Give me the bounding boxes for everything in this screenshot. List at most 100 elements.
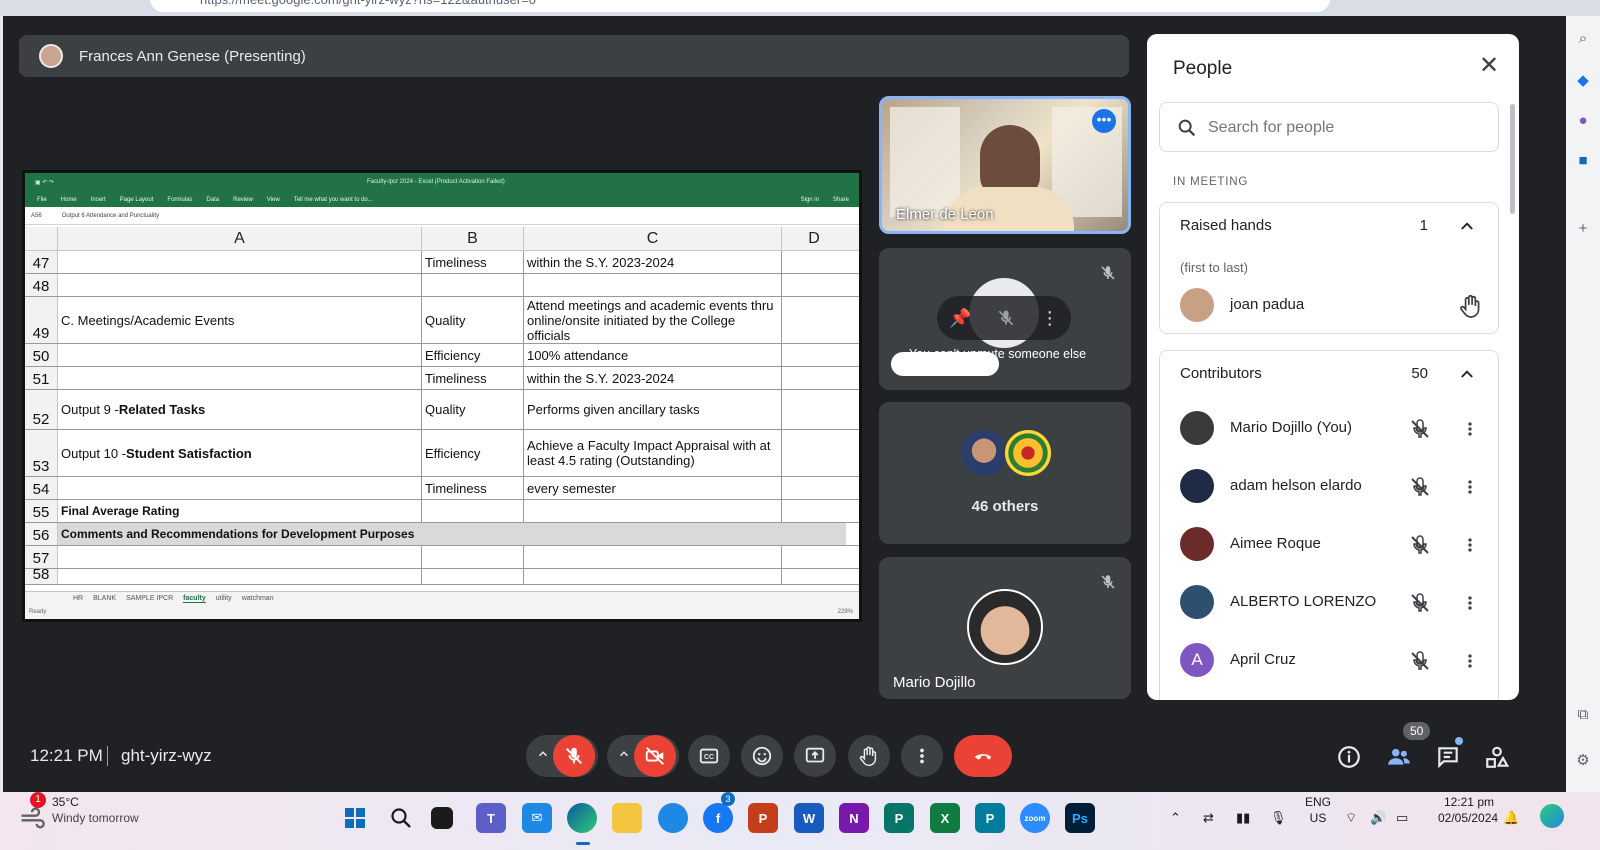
menu-formulas[interactable]: Formulas [167, 197, 192, 203]
zoom-icon[interactable]: zoom [1020, 803, 1050, 833]
address-bar[interactable]: https://meet.google.com/ght-yirz-wyz?hs=… [150, 0, 1330, 12]
cell-d[interactable] [782, 569, 846, 584]
cell-d[interactable] [782, 367, 846, 389]
present-button[interactable] [794, 735, 836, 777]
chevron-up-icon[interactable] [1458, 217, 1476, 235]
row-number[interactable]: 53 [25, 430, 58, 476]
cell-c[interactable]: every semester [524, 477, 782, 499]
more-vert-icon[interactable] [1460, 649, 1480, 673]
chevron-up-icon[interactable] [1458, 365, 1476, 383]
windows-start-icon[interactable] [340, 803, 370, 833]
mail-icon[interactable]: ✉ [522, 803, 552, 833]
cell-c[interactable]: Achieve a Faculty Impact Appraisal with … [524, 430, 782, 476]
cell-b[interactable]: Efficiency [422, 430, 524, 476]
menu-tell-me[interactable]: Tell me what you want to do... [294, 197, 373, 203]
column-header-c[interactable]: C [524, 227, 782, 250]
row-number[interactable]: 47 [25, 251, 58, 273]
reactions-button[interactable] [741, 735, 783, 777]
mic-off-icon[interactable] [1408, 649, 1432, 673]
publisher-icon[interactable]: P [975, 803, 1005, 833]
cell-b[interactable] [422, 569, 524, 584]
language-indicator[interactable]: ENG US [1305, 794, 1331, 826]
cell-d[interactable] [782, 344, 846, 366]
list-item[interactable]: joan padua [1160, 278, 1500, 334]
cell-d[interactable] [782, 274, 846, 296]
cell-b[interactable]: Timeliness [422, 251, 524, 273]
screenshot-icon[interactable]: ⧉ [1574, 706, 1592, 724]
edge-icon[interactable] [567, 803, 597, 833]
photoshop-icon[interactable]: Ps [1065, 803, 1095, 833]
name-box[interactable]: A56 [31, 213, 42, 219]
cell-a[interactable]: Output 10 - Student Satisfaction [58, 430, 422, 476]
sheet-tab[interactable]: HR [73, 595, 83, 602]
cell-d[interactable] [782, 390, 846, 429]
cell-a[interactable] [58, 274, 422, 296]
file-explorer-icon[interactable] [612, 803, 642, 833]
sheet-tab[interactable]: utility [216, 595, 232, 602]
participant-tile-mario[interactable]: Mario Dojillo [879, 557, 1131, 699]
cell-a[interactable] [58, 344, 422, 366]
cell-c[interactable]: within the S.Y. 2023-2024 [524, 251, 782, 273]
row-number[interactable]: 52 [25, 390, 58, 429]
microphone-icon[interactable]: 🎙 [1270, 810, 1287, 826]
list-item[interactable]: A April Cruz [1160, 633, 1500, 689]
list-item[interactable]: Aimee Roque [1160, 517, 1500, 573]
add-icon[interactable]: + [1574, 220, 1592, 238]
search-input[interactable] [1208, 113, 1488, 143]
mic-off-icon[interactable] [1408, 591, 1432, 615]
row-number[interactable]: 58 [25, 566, 58, 584]
more-vert-icon[interactable]: ⋮ [1041, 308, 1059, 329]
system-clock[interactable]: 12:21 pm 02/05/2024 [1438, 794, 1498, 826]
cell-a[interactable] [58, 367, 422, 389]
cell-d[interactable] [782, 297, 846, 343]
search-icon[interactable] [386, 803, 416, 833]
close-icon[interactable]: ✕ [1477, 54, 1501, 78]
mic-toggle-button[interactable] [553, 735, 595, 777]
cell-b[interactable]: Timeliness [422, 367, 524, 389]
cell-b[interactable]: Quality [422, 297, 524, 343]
row-number[interactable]: 48 [25, 274, 58, 296]
camera-toggle-button[interactable] [634, 735, 676, 777]
cell-d[interactable] [782, 477, 846, 499]
row-number[interactable]: 51 [25, 367, 58, 389]
select-all-corner[interactable] [25, 227, 58, 250]
cell-a[interactable]: Comments and Recommendations for Develop… [58, 523, 846, 545]
word-icon[interactable]: W [794, 803, 824, 833]
more-vert-icon[interactable] [1460, 475, 1480, 499]
cell-a[interactable] [58, 546, 422, 568]
mic-off-icon[interactable] [1408, 533, 1432, 557]
messenger-icon[interactable] [658, 803, 688, 833]
row-number[interactable]: 49 [25, 297, 58, 343]
row-number[interactable]: 54 [25, 477, 58, 499]
menu-data[interactable]: Data [206, 197, 219, 203]
copilot-icon[interactable]: ● [1574, 112, 1592, 130]
pin-icon[interactable]: 📌 [949, 308, 971, 329]
raise-hand-button[interactable] [848, 735, 890, 777]
cell-b[interactable]: Efficiency [422, 344, 524, 366]
volume-icon[interactable]: 🔊 [1370, 810, 1386, 826]
shopping-icon[interactable]: ◆ [1574, 72, 1592, 90]
zoom-level[interactable]: 228% [838, 605, 853, 619]
cell-a[interactable] [58, 477, 422, 499]
cell-b[interactable] [422, 500, 524, 522]
chat-icon[interactable] [1435, 744, 1461, 770]
mic-off-icon[interactable] [1408, 417, 1432, 441]
menu-view[interactable]: View [267, 197, 280, 203]
sheet-tab[interactable]: watchman [242, 595, 274, 602]
cell-c[interactable]: 100% attendance [524, 344, 782, 366]
cell-a[interactable]: Final Average Rating [58, 500, 422, 522]
people-search[interactable] [1159, 102, 1499, 152]
captions-button[interactable]: CC [688, 735, 730, 777]
participant-tile-joan[interactable]: 📌 ⋮ You can't unmute someone else [879, 248, 1131, 390]
sheet-tab[interactable]: SAMPLE IPCR [126, 595, 173, 602]
cell-c[interactable]: within the S.Y. 2023-2024 [524, 367, 782, 389]
menu-sign-in[interactable]: Sign in [801, 197, 819, 203]
project-icon[interactable]: P [884, 803, 914, 833]
more-options-button[interactable] [901, 735, 943, 777]
cell-c[interactable] [524, 274, 782, 296]
more-vert-icon[interactable] [1460, 533, 1480, 557]
more-vert-icon[interactable] [1460, 417, 1480, 441]
wifi-icon[interactable]: ⌔ [1345, 810, 1357, 826]
onenote-icon[interactable]: N [839, 803, 869, 833]
chevron-up-icon[interactable]: ⌃ [1170, 810, 1181, 826]
